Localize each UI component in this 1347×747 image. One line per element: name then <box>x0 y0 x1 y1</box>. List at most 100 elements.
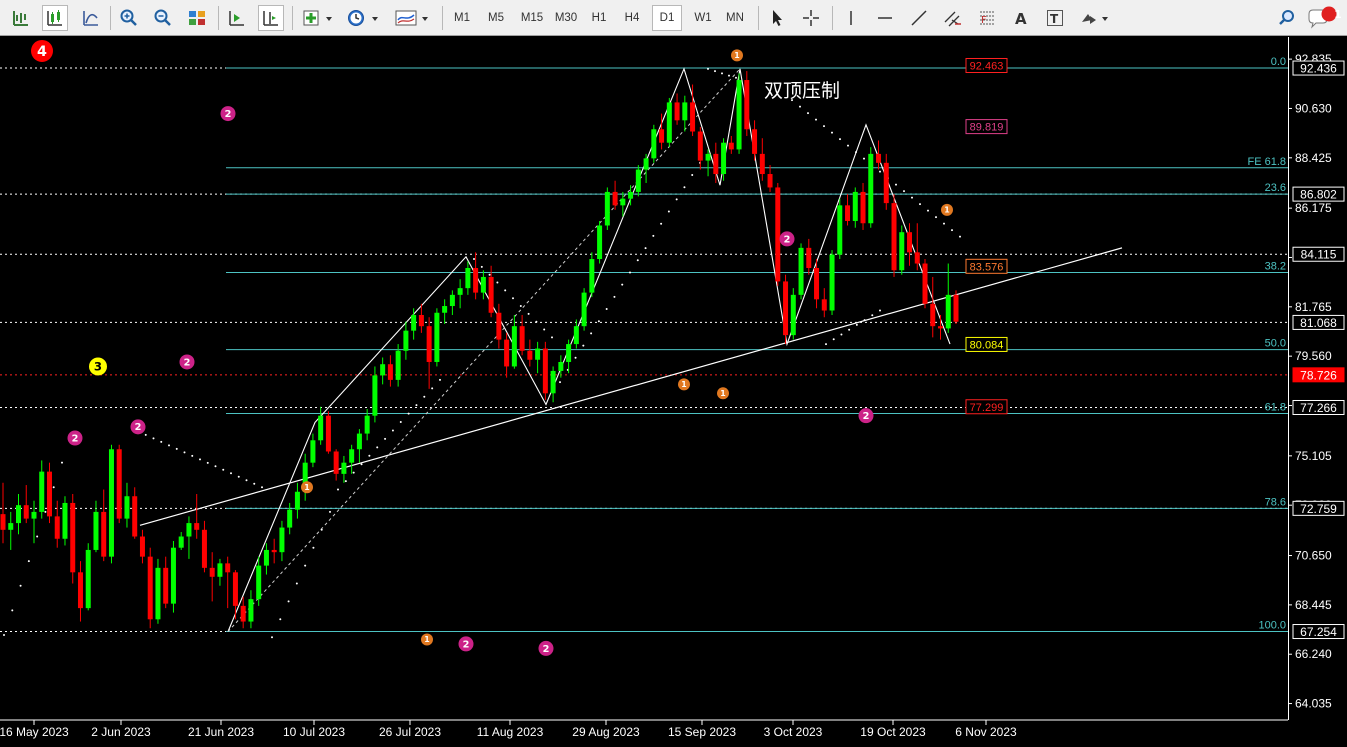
candle-body <box>480 276 486 293</box>
bar-chart-icon[interactable] <box>78 5 104 31</box>
price-tick-label: 86.175 <box>1295 201 1332 215</box>
wave-count-label: 1 <box>720 389 725 398</box>
sar-dot <box>230 472 232 475</box>
sar-dot <box>261 486 263 489</box>
timeframe-d1[interactable]: D1 <box>652 5 682 31</box>
sar-dot <box>52 486 55 489</box>
candle-body <box>705 153 711 161</box>
candle-body <box>821 299 827 311</box>
fibonacci-icon[interactable]: F <box>974 5 1000 31</box>
sar-dot <box>344 480 347 483</box>
price-tick-label: 75.105 <box>1295 449 1332 463</box>
wave-count-label: 2 <box>784 234 791 245</box>
timeframe-h1[interactable]: H1 <box>586 5 612 31</box>
sar-dot <box>911 196 913 199</box>
time-tick-label: 3 Oct 2023 <box>764 725 823 739</box>
candle-body <box>899 232 905 271</box>
search-icon[interactable] <box>1274 5 1300 31</box>
timeframe-m30[interactable]: M30 <box>550 5 582 31</box>
text-tool-icon[interactable]: A <box>1008 5 1034 31</box>
sar-dot <box>590 332 593 335</box>
timeframe-m1[interactable]: M1 <box>450 5 474 31</box>
sar-dot <box>951 229 953 232</box>
sar-dot <box>848 328 851 331</box>
periodicity-clock-icon[interactable] <box>344 5 384 31</box>
timeframe-m15[interactable]: M15 <box>516 5 548 31</box>
sar-dot <box>11 609 14 612</box>
text-label-icon[interactable]: T <box>1042 5 1068 31</box>
candle-body <box>294 491 300 510</box>
time-tick-label: 6 Nov 2023 <box>955 725 1017 739</box>
candle-body <box>0 514 6 530</box>
line-chart-icon[interactable] <box>8 5 34 31</box>
sar-dot <box>683 186 686 189</box>
zoom-out-icon[interactable] <box>150 5 176 31</box>
auto-scroll-icon[interactable] <box>224 5 250 31</box>
sar-dot <box>551 336 553 339</box>
candle-body <box>387 364 393 380</box>
notifications-chat-icon[interactable]: 1 <box>1306 5 1342 31</box>
candle-body <box>883 162 889 204</box>
trendline-icon[interactable] <box>906 5 932 31</box>
price-label: 67.254 <box>1300 625 1337 639</box>
sar-dot <box>237 475 240 478</box>
sar-dot <box>721 72 723 75</box>
fib-level-label: FE 61.8 <box>1247 156 1286 168</box>
chart-shift-icon[interactable] <box>258 5 284 31</box>
svg-text:A: A <box>1015 10 1027 28</box>
wave-count-label: 1 <box>681 380 686 389</box>
timeframe-w1[interactable]: W1 <box>688 5 718 31</box>
sar-dot <box>391 429 394 432</box>
channel-icon[interactable] <box>940 5 966 31</box>
sar-dot <box>582 344 585 347</box>
zoom-in-icon[interactable] <box>116 5 142 31</box>
price-scale[interactable]: 92.83590.63088.42586.17583.97081.76579.5… <box>1288 37 1347 747</box>
templates-icon[interactable] <box>392 5 434 31</box>
timeframe-h4[interactable]: H4 <box>618 5 646 31</box>
sar-dot <box>839 138 841 141</box>
sar-dot <box>652 234 655 237</box>
candle-body <box>23 505 29 519</box>
sar-dot <box>831 131 833 134</box>
sar-dot <box>707 67 709 70</box>
sar-dot <box>206 461 209 464</box>
sar-dot <box>473 258 475 261</box>
candle-body <box>341 462 347 474</box>
candle-body <box>240 605 246 622</box>
candle-body <box>860 191 866 224</box>
horizontal-line-icon[interactable] <box>872 5 898 31</box>
wave-line <box>139 247 1123 526</box>
crosshair-icon[interactable] <box>798 5 824 31</box>
candlestick-chart-icon[interactable] <box>42 5 68 31</box>
timeframe-mn[interactable]: MN <box>720 5 750 31</box>
candle-body <box>380 364 386 376</box>
arrows-shapes-icon[interactable] <box>1076 5 1116 31</box>
candle-body <box>806 247 812 268</box>
candle-body <box>542 348 548 394</box>
candle-body <box>488 276 494 313</box>
price-label: 78.726 <box>1300 368 1337 382</box>
tile-windows-icon[interactable] <box>184 5 210 31</box>
price-chart[interactable]: 0.0 FE 61.8 23.6 38.2 50.0 61.8 78.6 100.0 92.46… <box>0 37 1288 747</box>
wave-count-label: 2 <box>225 109 232 120</box>
sar-dot <box>512 297 514 300</box>
chart-window[interactable]: 0.0 FE 61.8 23.6 38.2 50.0 61.8 78.6 100.0 92.46… <box>0 37 1347 747</box>
fib-level-label: 78.6 <box>1265 496 1286 508</box>
candle-body <box>217 563 223 577</box>
sar-dot <box>329 510 331 513</box>
cursor-arrow-icon[interactable] <box>764 5 790 31</box>
sar-dot <box>660 222 663 225</box>
candle-body <box>139 536 145 557</box>
sar-dot <box>407 412 410 415</box>
sar-dot <box>605 308 608 311</box>
sar-dot <box>3 633 5 636</box>
sar-dot <box>895 183 897 186</box>
price-label: 84.115 <box>1301 248 1337 262</box>
price-tick-label: 70.650 <box>1295 549 1332 563</box>
candle-body <box>232 572 238 606</box>
vertical-line-icon[interactable] <box>838 5 864 31</box>
time-tick-label: 16 May 2023 <box>0 725 69 739</box>
indicators-icon[interactable] <box>300 5 338 31</box>
sar-dot <box>863 319 866 322</box>
timeframe-m5[interactable]: M5 <box>482 5 510 31</box>
